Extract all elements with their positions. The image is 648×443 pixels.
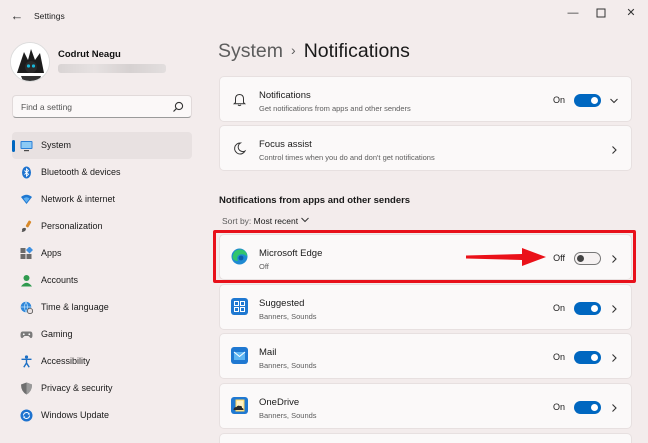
- sidebar-item-label: System: [41, 140, 72, 150]
- toggle-state-label: On: [552, 402, 565, 412]
- app-row-onedrive[interactable]: OneDrive Banners, Sounds On: [219, 383, 632, 429]
- sort-value: Most recent: [253, 216, 299, 226]
- setting-title: Notifications: [259, 90, 311, 101]
- person-icon: [20, 274, 33, 287]
- focus-assist-card[interactable]: Focus assist Control times when you do a…: [219, 125, 632, 171]
- toggle-state-label: On: [552, 95, 565, 105]
- sidebar-item-label: Bluetooth & devices: [41, 167, 121, 177]
- sidebar-item-accounts[interactable]: Accounts: [12, 267, 192, 294]
- sidebar-item-label: Gaming: [41, 329, 73, 339]
- toggle-state-label: On: [552, 303, 565, 313]
- breadcrumb-parent[interactable]: System: [218, 40, 283, 62]
- app-name: Mail: [259, 347, 277, 358]
- avatar[interactable]: [10, 42, 50, 82]
- moon-icon: [232, 141, 247, 156]
- chevron-right-icon[interactable]: [609, 302, 619, 314]
- sidebar-item-network[interactable]: Network & internet: [12, 186, 192, 213]
- accessibility-icon: [20, 355, 33, 368]
- shield-icon: [20, 382, 33, 395]
- sidebar-item-label: Apps: [41, 248, 62, 258]
- maximize-icon[interactable]: [593, 6, 609, 20]
- page-title: Notifications: [303, 40, 410, 62]
- search-box[interactable]: Find a setting: [12, 95, 192, 118]
- sidebar-item-gaming[interactable]: Gaming: [12, 321, 192, 348]
- setting-subtitle: Control times when you do and don't get …: [259, 153, 435, 162]
- annotation-arrow-icon: [466, 248, 546, 266]
- sidebar-item-accessibility[interactable]: Accessibility: [12, 348, 192, 375]
- app-detail: Banners, Sounds: [259, 312, 317, 321]
- sidebar-item-apps[interactable]: Apps: [12, 240, 192, 267]
- chevron-right-icon[interactable]: [609, 401, 619, 413]
- breadcrumb-separator: ›: [291, 42, 296, 58]
- apps-icon: [20, 246, 34, 260]
- globe-clock-icon: [20, 301, 34, 315]
- suggested-notifications-toggle[interactable]: [574, 302, 601, 315]
- title-bar: ← Settings — ✕: [0, 0, 648, 32]
- app-row-mail[interactable]: Mail Banners, Sounds On: [219, 333, 632, 379]
- sidebar-item-windows-update[interactable]: Windows Update: [12, 402, 192, 429]
- sidebar-item-personalization[interactable]: Personalization: [12, 213, 192, 240]
- window-title: Settings: [34, 11, 65, 21]
- update-icon: [20, 409, 33, 422]
- user-email-blurred: [58, 64, 166, 73]
- section-heading: Notifications from apps and other sender…: [219, 195, 411, 206]
- chevron-down-icon: [300, 216, 310, 226]
- sidebar-item-label: Windows Update: [41, 410, 110, 420]
- search-input[interactable]: Find a setting: [21, 102, 72, 112]
- back-arrow-icon[interactable]: ←: [8, 8, 26, 24]
- onedrive-notifications-toggle[interactable]: [574, 401, 601, 414]
- app-name: Suggested: [259, 298, 305, 309]
- sidebar-item-time-language[interactable]: Time & language: [12, 294, 192, 321]
- bell-icon: [232, 92, 247, 107]
- app-detail: Banners, Sounds: [259, 411, 317, 420]
- mail-notifications-toggle[interactable]: [574, 351, 601, 364]
- brush-icon: [20, 220, 33, 233]
- setting-subtitle: Get notifications from apps and other se…: [259, 104, 411, 113]
- annotation-highlight-box: [213, 230, 636, 283]
- app-row-next-partial[interactable]: [219, 433, 632, 443]
- close-icon[interactable]: ✕: [623, 6, 639, 20]
- chevron-right-icon[interactable]: [609, 143, 619, 155]
- search-icon[interactable]: [171, 100, 185, 114]
- sidebar-item-privacy-security[interactable]: Privacy & security: [12, 375, 192, 402]
- sort-label: Sort by:: [222, 216, 252, 226]
- app-name: OneDrive: [259, 397, 300, 408]
- notifications-setting-card[interactable]: Notifications Get notifications from app…: [219, 76, 632, 122]
- sidebar-item-label: Network & internet: [41, 194, 116, 204]
- breadcrumb: System › Notifications: [218, 40, 410, 63]
- user-name: Codrut Neagu: [58, 49, 121, 60]
- sidebar-item-label: Personalization: [41, 221, 103, 231]
- setting-title: Focus assist: [259, 139, 312, 150]
- mail-icon: [231, 347, 248, 364]
- notifications-toggle[interactable]: [574, 94, 601, 107]
- sidebar-item-label: Privacy & security: [41, 383, 113, 393]
- bluetooth-icon: [20, 166, 33, 179]
- app-row-suggested[interactable]: Suggested Banners, Sounds On: [219, 284, 632, 330]
- sort-dropdown[interactable]: Sort by: Most recent: [222, 216, 310, 226]
- gamepad-icon: [20, 328, 33, 341]
- sidebar-nav: System Bluetooth & devices Network & int…: [12, 132, 192, 429]
- chevron-down-icon[interactable]: [609, 94, 619, 106]
- sidebar-item-label: Accessibility: [41, 356, 91, 366]
- onedrive-icon: [231, 397, 248, 414]
- display-icon: [20, 139, 33, 152]
- toggle-state-label: On: [552, 352, 565, 362]
- wifi-icon: [20, 193, 33, 206]
- sidebar-item-label: Accounts: [41, 275, 79, 285]
- suggested-icon: [231, 298, 248, 315]
- chevron-right-icon[interactable]: [609, 351, 619, 363]
- app-detail: Banners, Sounds: [259, 361, 317, 370]
- minimize-icon[interactable]: —: [565, 6, 581, 20]
- sidebar-item-label: Time & language: [41, 302, 109, 312]
- sidebar-item-bluetooth[interactable]: Bluetooth & devices: [12, 159, 192, 186]
- sidebar-item-system[interactable]: System: [12, 132, 192, 159]
